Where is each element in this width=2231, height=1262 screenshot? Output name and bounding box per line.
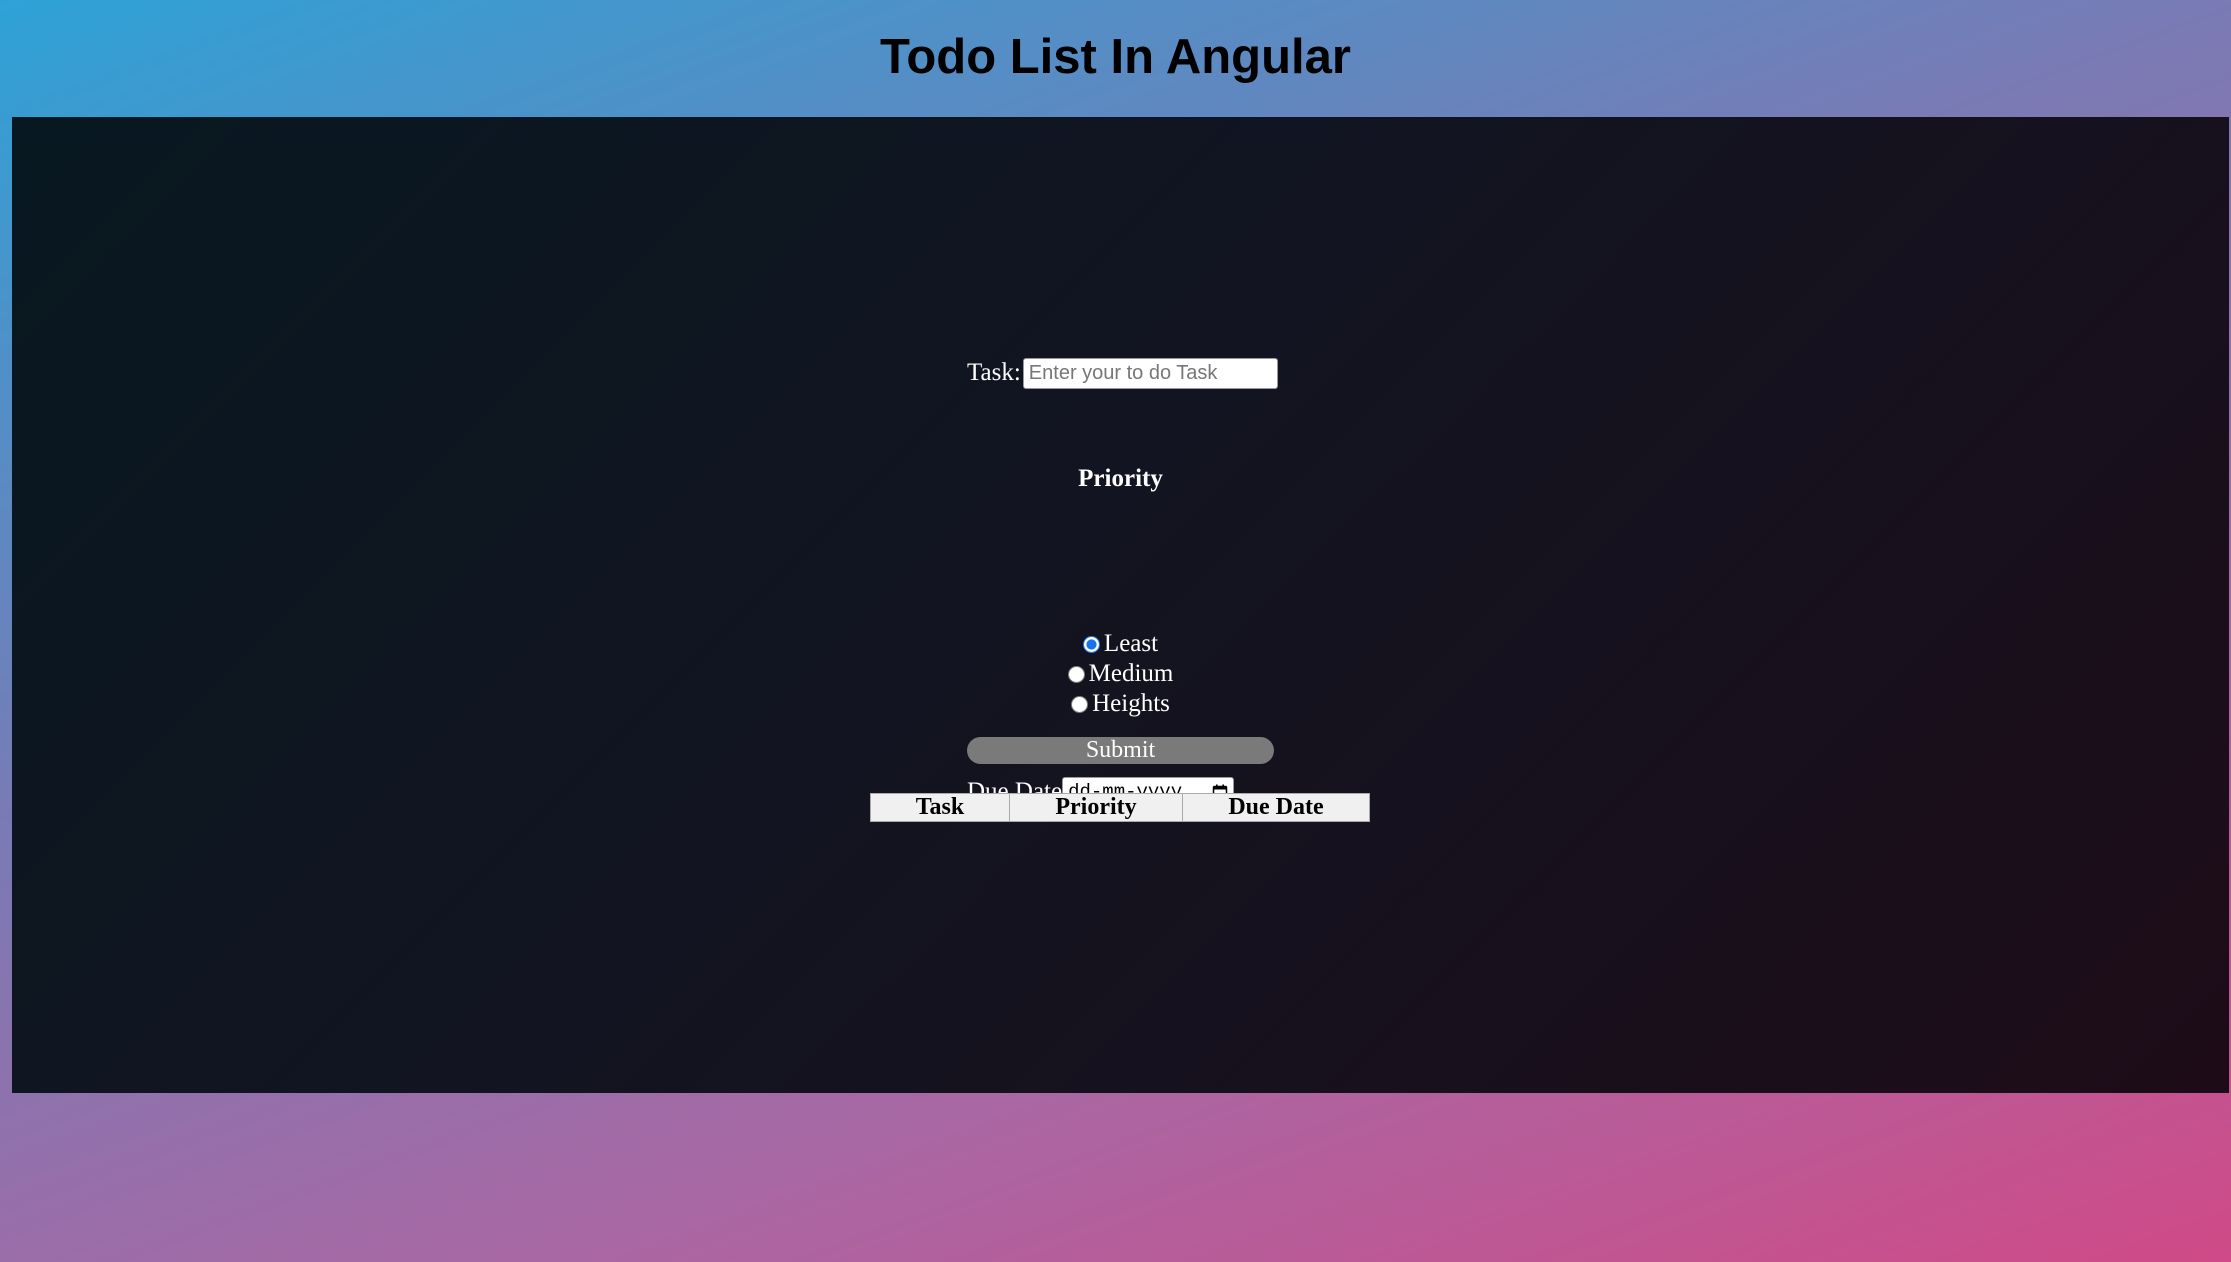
priority-radio-least[interactable] bbox=[1082, 635, 1100, 653]
todo-table: Task Priority Due Date bbox=[870, 793, 1370, 822]
page-title: Todo List In Angular bbox=[880, 30, 1351, 84]
priority-radio-heights[interactable] bbox=[1071, 695, 1089, 713]
task-input[interactable] bbox=[1022, 357, 1278, 389]
main-panel: Task: Priority Least Medium Heights Due … bbox=[12, 117, 2229, 1093]
column-header-task: Task bbox=[870, 793, 1010, 822]
priority-option-medium: Medium bbox=[12, 659, 2229, 689]
priority-radio-medium[interactable] bbox=[1067, 665, 1085, 683]
priority-label-medium: Medium bbox=[1088, 660, 1174, 687]
task-row: Task: bbox=[967, 357, 1278, 389]
priority-label-heights: Heights bbox=[1092, 690, 1170, 717]
priority-option-heights: Heights bbox=[12, 689, 2229, 719]
priority-option-least: Least bbox=[12, 629, 2229, 659]
column-header-priority: Priority bbox=[1009, 793, 1183, 822]
task-label: Task: bbox=[967, 359, 1021, 386]
submit-button[interactable]: Submit bbox=[967, 737, 1274, 764]
column-header-due-date: Due Date bbox=[1182, 793, 1370, 822]
priority-label-least: Least bbox=[1103, 630, 1159, 657]
priority-heading: Priority bbox=[1078, 465, 1163, 492]
table-header-row: Task Priority Due Date bbox=[870, 793, 1370, 822]
